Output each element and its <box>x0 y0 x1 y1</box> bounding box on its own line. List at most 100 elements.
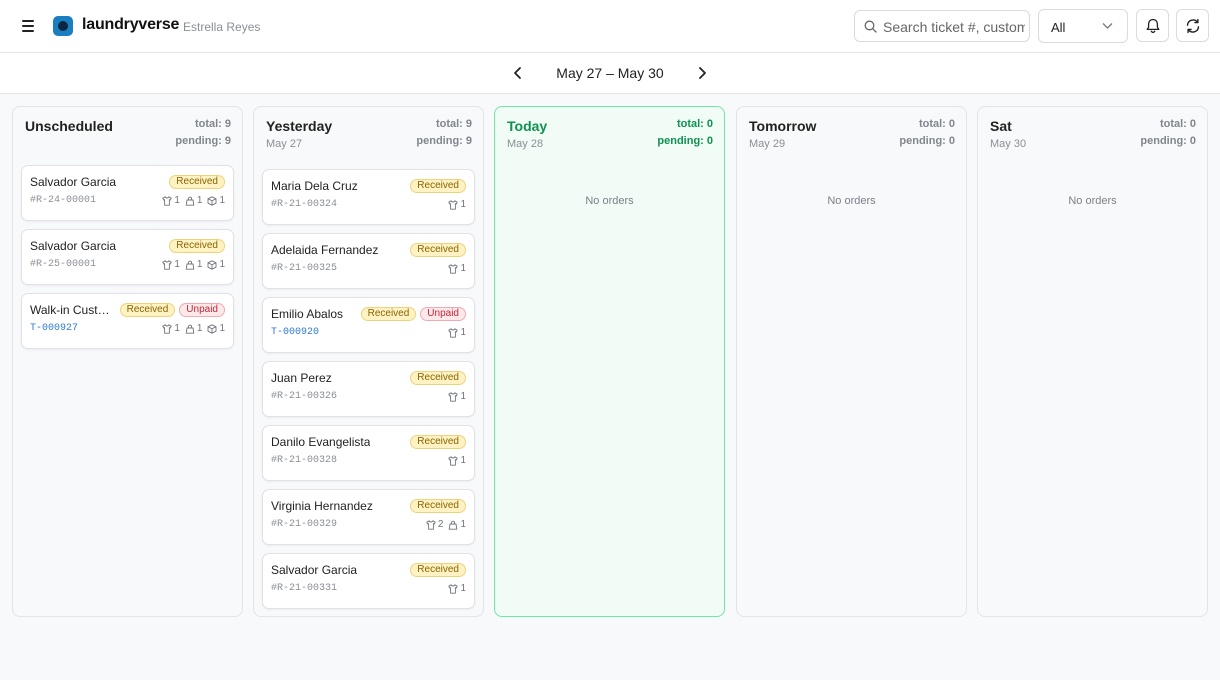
status-badges: Received <box>410 179 466 193</box>
bag-icon <box>185 196 195 206</box>
status-badge-received: Received <box>119 303 176 317</box>
status-badge-received: Received <box>360 307 417 321</box>
status-badge-received: Received <box>410 243 466 257</box>
item-count-value: 2 <box>437 519 444 530</box>
search-input[interactable] <box>883 17 1025 37</box>
hamburger-icon[interactable] <box>18 16 38 36</box>
status-badges: Received <box>410 499 466 513</box>
order-card[interactable]: Virginia Hernandez Received #R-21-00329 2 1 <box>262 489 475 545</box>
date-navigation: May 27 – May 30 <box>0 53 1220 94</box>
brand-name: laundryverse <box>82 16 180 33</box>
column-tomorrow: Tomorrow May 29 total: 0 pending: 0 No order… <box>736 106 967 617</box>
shirt-icon <box>448 199 459 210</box>
order-card[interactable]: Juan Perez Received #R-21-00326 1 <box>262 361 475 417</box>
top-bar: laundryverse Estrella Reyes All <box>0 0 1220 53</box>
item-count: 1 <box>448 199 466 210</box>
status-badge-received: Received <box>169 175 225 189</box>
item-count: 1 <box>162 259 180 270</box>
column-pending: pending: 0 <box>657 135 713 147</box>
brand-logo-icon <box>53 16 73 36</box>
customer-name: Danilo Evangelista <box>271 435 371 449</box>
column-title: Today <box>507 118 548 134</box>
user-name: Estrella Reyes <box>183 20 261 34</box>
notifications-button[interactable] <box>1136 9 1169 42</box>
order-card[interactable]: Walk-in CustomerReceivedUnpaidT-00092711… <box>21 293 234 349</box>
status-badge-received: Received <box>410 371 466 385</box>
item-count: 1 <box>185 259 202 270</box>
chevron-left-icon[interactable] <box>508 63 528 83</box>
item-count-value: 1 <box>460 519 466 530</box>
item-counts: 1 <box>448 199 466 210</box>
item-counts: 1 <box>448 263 466 274</box>
column-sat: Sat May 30 total: 0 pending: 0 No orders <box>977 106 1208 617</box>
customer-name: Juan Perez <box>271 371 332 385</box>
ticket-number: #R-21-00328 <box>271 455 338 466</box>
item-count-value: 1 <box>460 455 466 466</box>
item-counts: 1 <box>448 455 466 466</box>
item-count: 1 <box>448 263 466 274</box>
bag-icon <box>185 260 195 270</box>
ticket-number: #R-21-00331 <box>271 583 338 594</box>
column-title: Yesterday <box>266 118 333 134</box>
chevron-down-icon <box>1102 23 1113 29</box>
status-filter-select[interactable]: All <box>1038 9 1128 43</box>
status-badge-received: Received <box>169 239 225 253</box>
column-date: May 27 <box>266 138 303 150</box>
column-total: total: 0 <box>676 118 713 130</box>
refresh-button[interactable] <box>1176 9 1209 42</box>
order-card[interactable]: Adelaida Fernandez Received #R-21-00325 1 <box>262 233 475 289</box>
shirt-icon <box>162 195 172 206</box>
bag-icon <box>448 520 458 530</box>
item-count: 1 <box>185 195 202 206</box>
order-card[interactable]: Salvador Garcia Received #R-24-00001 1 1 1 <box>21 165 234 221</box>
item-count: 2 <box>426 519 444 530</box>
item-count-value: 1 <box>460 391 466 402</box>
chevron-right-icon[interactable] <box>692 63 712 83</box>
ticket-number: #R-21-00324 <box>271 199 338 210</box>
item-count: 1 <box>207 259 225 270</box>
ticket-number: #R-24-00001 <box>30 195 97 206</box>
item-count-value: 1 <box>174 259 180 270</box>
order-card[interactable]: Salvador Garcia Received #R-25-00001 1 1 1 <box>21 229 234 285</box>
shirt-icon <box>426 519 436 530</box>
item-count: 1 <box>448 327 466 338</box>
item-count: 1 <box>448 455 466 466</box>
item-count-value: 1 <box>219 323 225 334</box>
refresh-icon <box>1186 18 1200 34</box>
order-card[interactable]: Emilio Abalos Received Unpaid T-000920 1 <box>262 297 475 353</box>
status-badges: Received <box>169 175 225 189</box>
status-badges: Received <box>169 239 225 253</box>
column-total: total: 0 <box>918 118 955 130</box>
item-count-value: 1 <box>196 323 203 334</box>
customer-name: Salvador Garcia <box>271 563 358 577</box>
status-badge-received: Received <box>410 179 466 193</box>
column-pending: pending: 9 <box>416 135 472 147</box>
customer-name: Adelaida Fernandez <box>271 243 379 257</box>
shirt-icon <box>448 391 459 402</box>
column-title: Unscheduled <box>25 118 113 134</box>
empty-state: No orders <box>827 195 876 207</box>
item-count: 1 <box>448 519 466 530</box>
item-count: 1 <box>448 583 466 594</box>
column-total: total: 9 <box>435 118 472 130</box>
status-badges: Received Unpaid <box>360 307 466 321</box>
item-count: 1 <box>207 195 225 206</box>
column-total: total: 0 <box>1159 118 1196 130</box>
search-box[interactable] <box>854 10 1030 42</box>
column-title: Sat <box>990 118 1012 134</box>
order-card[interactable]: Danilo Evangelista Received #R-21-00328 1 <box>262 425 475 481</box>
column-today: Today May 28 total: 0 pending: 0 No orders <box>494 106 725 617</box>
status-badges: Received <box>410 243 466 257</box>
order-card[interactable]: Maria Dela Cruz Received #R-21-00324 1 <box>262 169 475 225</box>
ticket-number: T-000920 <box>271 327 320 338</box>
item-count: 1 <box>162 195 180 206</box>
column-pending: pending: 0 <box>899 135 955 147</box>
column-pending: pending: 9 <box>175 135 231 147</box>
item-count-value: 1 <box>219 259 225 270</box>
order-card[interactable]: Salvador Garcia Received #R-21-00331 1 <box>262 553 475 609</box>
item-counts: 1 1 1 <box>162 259 225 270</box>
shirt-icon <box>448 455 459 466</box>
item-count: 1 <box>185 323 203 334</box>
item-count-value: 1 <box>219 195 225 206</box>
item-count-value: 1 <box>460 263 466 274</box>
